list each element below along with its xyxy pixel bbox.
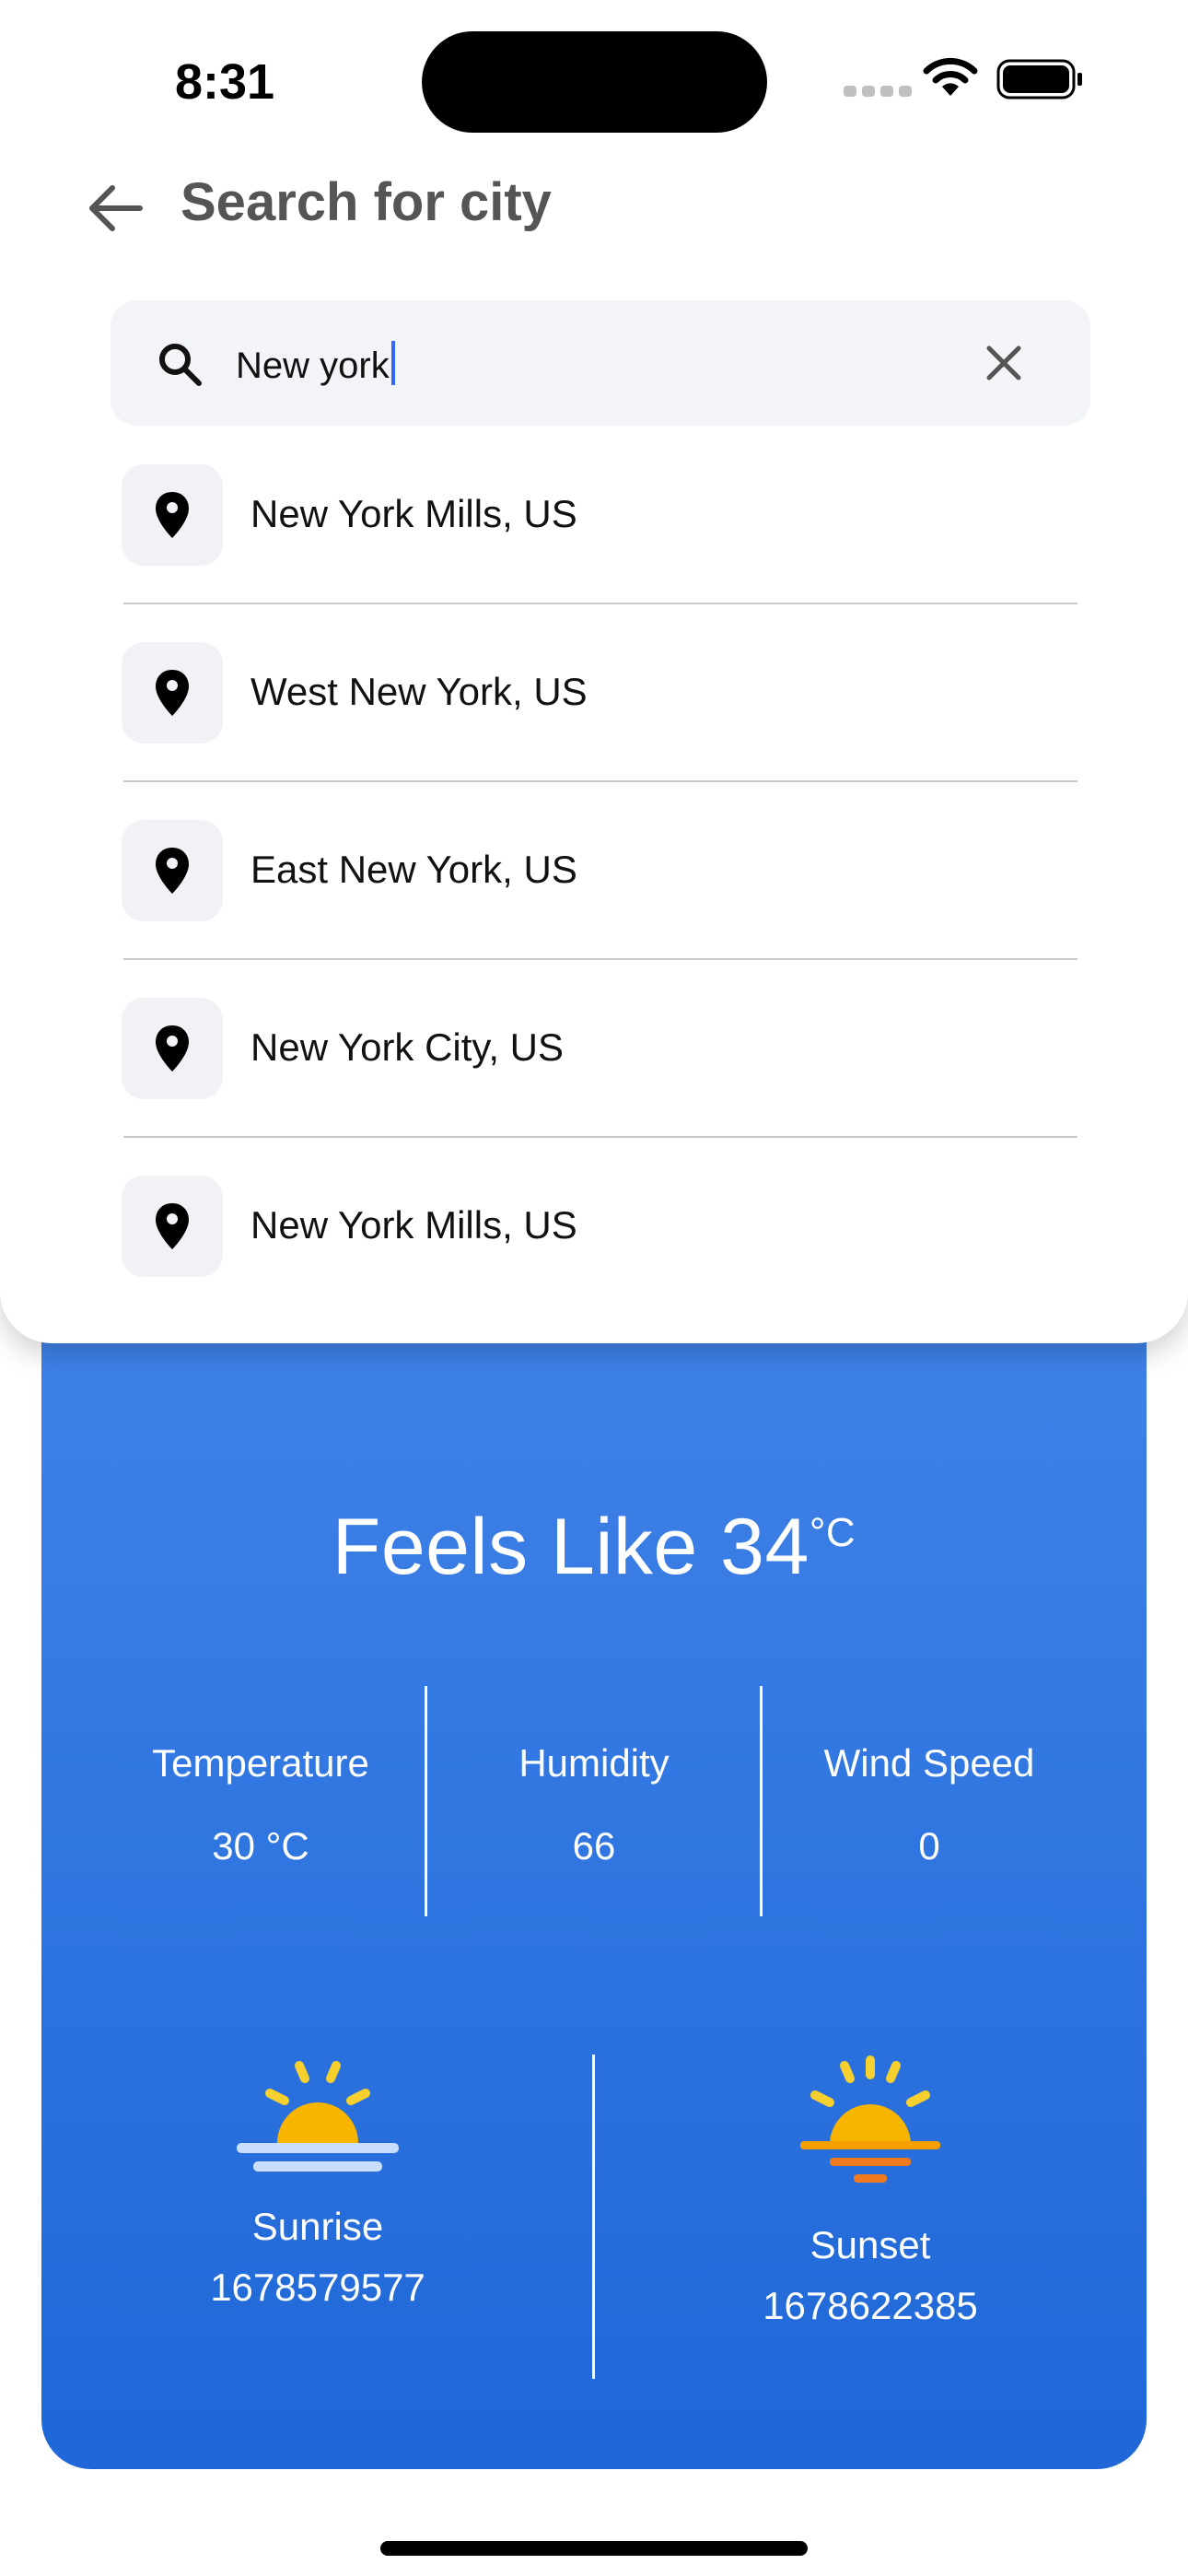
page-title: Search for city (181, 172, 552, 232)
list-divider (123, 780, 1077, 782)
list-divider (123, 1136, 1077, 1138)
search-sheet: 8:31 Search for city New york New York M… (0, 0, 1188, 1343)
clear-search-icon[interactable] (980, 339, 1028, 387)
list-divider (123, 958, 1077, 960)
wifi-icon (923, 57, 978, 96)
city-result-item[interactable]: West New York, US (122, 642, 1079, 744)
weather-stats: Temperature 30 °C Humidity 66 Wind Speed… (41, 1686, 1147, 1916)
city-result-label: East New York, US (250, 848, 577, 891)
map-pin-icon (156, 492, 189, 538)
battery-icon (996, 59, 1082, 100)
city-result-item[interactable]: New York Mills, US (122, 1176, 1079, 1277)
sunrise-icon (237, 2061, 399, 2172)
sunset-block: Sunset 1678622385 (594, 2055, 1147, 2328)
stat-humidity: Humidity 66 (518, 1741, 670, 1868)
cellular-signal-icon (844, 85, 917, 101)
feels-like-text: Feels Like 34°C (332, 1503, 856, 1591)
stat-wind-speed: Wind Speed 0 (823, 1741, 1035, 1868)
city-result-label: New York Mills, US (250, 492, 577, 535)
dynamic-island (422, 31, 767, 133)
city-result-label: New York Mills, US (250, 1203, 577, 1247)
weather-card: Feels Like 34°C Temperature 30 °C Humidi… (41, 1271, 1147, 2469)
status-time: 8:31 (175, 54, 275, 110)
city-result-label: New York City, US (250, 1025, 564, 1069)
sunset-icon (800, 2055, 940, 2183)
search-icon (159, 344, 202, 386)
list-divider (123, 603, 1077, 604)
map-pin-icon (156, 670, 189, 716)
city-result-label: West New York, US (250, 670, 588, 713)
back-arrow-icon[interactable] (85, 177, 147, 240)
search-input-value[interactable]: New york (236, 341, 395, 387)
sunrise-block: Sunrise 1678579577 (41, 2055, 594, 2310)
map-pin-icon (156, 848, 189, 894)
city-result-item[interactable]: New York Mills, US (122, 464, 1079, 566)
text-caret (390, 341, 395, 385)
city-result-item[interactable]: East New York, US (122, 820, 1079, 921)
city-result-item[interactable]: New York City, US (122, 998, 1079, 1099)
home-indicator[interactable] (380, 2541, 808, 2556)
stat-temperature: Temperature 30 °C (152, 1741, 369, 1868)
map-pin-icon (156, 1203, 189, 1249)
search-input[interactable]: New york (111, 300, 1090, 426)
map-pin-icon (156, 1025, 189, 1071)
